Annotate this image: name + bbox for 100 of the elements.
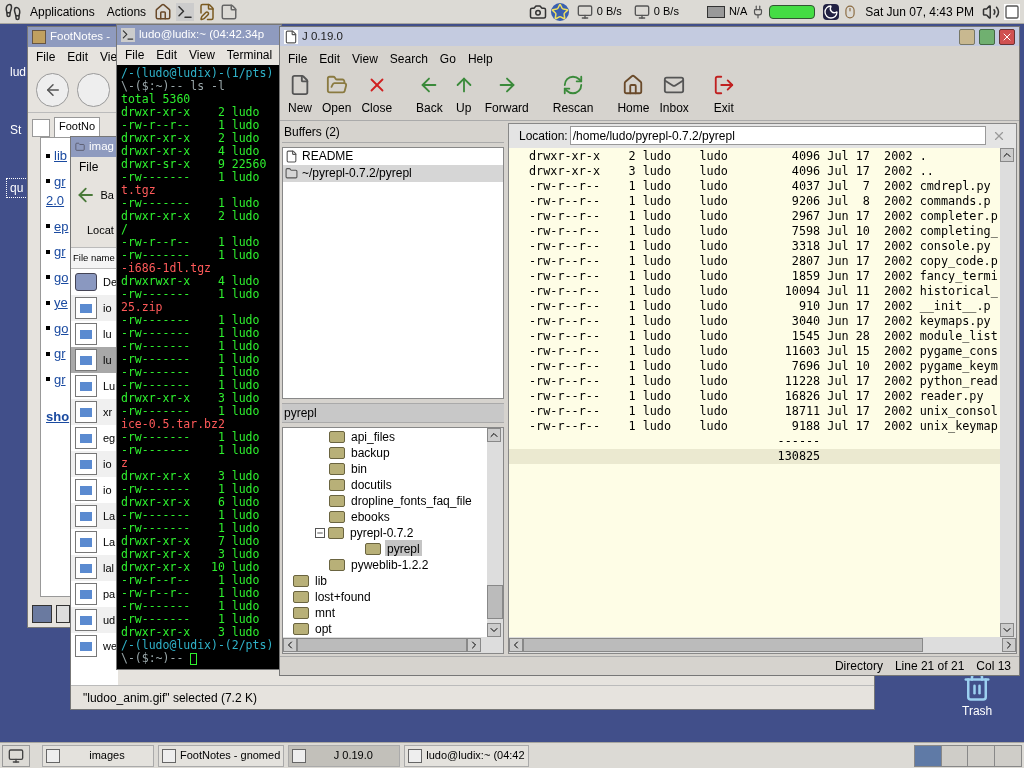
menu-item[interactable]: Help [467, 50, 493, 69]
compose-icon[interactable] [56, 605, 70, 623]
notepad-icon[interactable] [220, 2, 239, 21]
scroll-up-icon[interactable] [487, 427, 501, 442]
link[interactable]: gr [54, 171, 66, 191]
toolbar-button[interactable]: Open [320, 73, 354, 117]
link[interactable]: sho [46, 407, 70, 427]
scroll-right-icon[interactable] [467, 637, 481, 652]
clock[interactable]: Sat Jun 07, 4:43 PM [861, 2, 978, 21]
link[interactable]: lib [54, 146, 67, 166]
task-button[interactable]: J 0.19.0 [288, 744, 401, 767]
scroll-left-icon[interactable] [509, 637, 523, 652]
maximize-button[interactable] [979, 28, 995, 45]
back-button[interactable] [36, 72, 69, 107]
file-row[interactable]: lu [71, 321, 118, 347]
link[interactable]: gr [54, 344, 66, 364]
link[interactable]: go [54, 267, 69, 287]
menu-item[interactable]: Terminal [226, 46, 273, 64]
foot-icon[interactable] [4, 2, 22, 21]
menu-item[interactable]: Vie [100, 48, 118, 66]
file-row[interactable]: La [71, 503, 118, 529]
vertical-scrollbar[interactable] [1000, 147, 1016, 637]
file-row[interactable]: io [71, 295, 118, 321]
toolbar-button[interactable]: Rescan [550, 73, 596, 117]
scrollbar-thumb[interactable] [523, 637, 923, 652]
link[interactable]: 2.0 [46, 191, 65, 211]
toolbar-button[interactable]: New [286, 73, 314, 117]
editor-icon[interactable] [198, 2, 217, 21]
close-button[interactable] [999, 28, 1015, 45]
minimize-button[interactable] [959, 28, 975, 45]
file-row[interactable]: Lu [71, 373, 118, 399]
buffer-item[interactable]: README [283, 147, 503, 165]
toolbar-button[interactable]: Back [414, 73, 445, 117]
file-row[interactable]: io [71, 451, 118, 477]
link[interactable]: ep [54, 216, 69, 236]
browser-tab[interactable]: FootNo [54, 117, 101, 137]
toolbar-button[interactable]: Forward [482, 73, 531, 117]
home-tab-icon[interactable] [32, 119, 50, 137]
file-row[interactable]: xr [71, 399, 118, 425]
desktop-icon-label[interactable]: St [6, 120, 30, 140]
scroll-left-icon[interactable] [283, 637, 297, 652]
file-row[interactable]: ud [71, 607, 118, 633]
menu-item[interactable]: Edit [156, 46, 178, 64]
toolbar-button[interactable]: Home [615, 73, 652, 117]
vertical-scrollbar[interactable] [487, 427, 503, 637]
total-size: 130825 [776, 448, 821, 463]
scroll-right-icon[interactable] [1002, 637, 1016, 652]
menu-item[interactable]: File [36, 48, 56, 66]
link[interactable]: ye [54, 293, 68, 313]
menu-item[interactable]: File [125, 46, 145, 64]
moon-icon[interactable] [823, 3, 840, 20]
back-label[interactable]: Ba [100, 186, 114, 204]
file-row[interactable]: io [71, 477, 118, 503]
scroll-down-icon[interactable] [487, 622, 501, 637]
location-field[interactable]: /home/ludo/pyrepl-0.7.2/pyrepl [569, 126, 986, 145]
desktop-icon-label[interactable]: lud [6, 62, 30, 82]
menu-item[interactable]: Go [439, 50, 456, 69]
menu-item[interactable]: View [352, 50, 378, 69]
task-button[interactable]: FootNotes - gnomed [158, 744, 285, 767]
toolbar-button[interactable]: Inbox [657, 73, 691, 117]
file-row[interactable]: we [71, 633, 118, 659]
mouse-icon[interactable] [843, 4, 858, 19]
show-desktop-button[interactable] [2, 744, 30, 767]
tree-item[interactable]: pyweblib-1.2.2 [349, 555, 431, 574]
menu-item[interactable]: Edit [319, 50, 341, 69]
scrollbar-thumb[interactable] [487, 584, 503, 619]
link[interactable]: go [54, 318, 69, 338]
menu-item[interactable]: Search [389, 50, 428, 69]
tree-item[interactable]: pyrepl [385, 539, 422, 558]
task-button[interactable]: images [42, 744, 154, 767]
collapse-icon[interactable] [315, 527, 325, 538]
file-row[interactable]: pa [71, 581, 118, 607]
link[interactable]: gr [54, 242, 66, 262]
file-row[interactable]: La [71, 529, 118, 555]
toolbar-button[interactable]: Up [450, 73, 477, 117]
terminal-icon[interactable] [176, 2, 195, 21]
file-row[interactable]: De [71, 269, 118, 295]
notes-icon[interactable] [1004, 3, 1020, 20]
workspace-switcher[interactable] [914, 744, 1022, 767]
trash-label[interactable]: Trash [962, 702, 993, 720]
panel-menu[interactable]: Applications [26, 2, 99, 21]
menu-item[interactable]: View [189, 46, 215, 64]
file-row[interactable]: lal [71, 555, 118, 581]
file-row[interactable]: eg [71, 425, 118, 451]
file-row[interactable]: lu [71, 347, 118, 373]
menu-item[interactable]: Edit [67, 48, 89, 66]
toolbar-button[interactable]: Exit [710, 73, 737, 117]
buffer-item[interactable]: ~/pyrepl-0.7.2/pyrepl [283, 164, 503, 182]
task-button[interactable]: ludo@ludix:~ (04:42 [404, 744, 529, 767]
star-icon[interactable] [550, 2, 569, 21]
home-icon[interactable] [154, 2, 173, 21]
scroll-down-icon[interactable] [1000, 622, 1014, 637]
toolbar-button[interactable]: Close [359, 73, 395, 117]
menu-item[interactable]: File [79, 158, 99, 176]
menu-item[interactable]: File [288, 50, 308, 69]
volume-icon[interactable] [982, 2, 1000, 21]
camera-icon[interactable] [528, 2, 547, 21]
link[interactable]: gr [54, 369, 66, 389]
panel-menu[interactable]: Actions [102, 2, 151, 21]
scrollbar-thumb[interactable] [297, 637, 467, 652]
